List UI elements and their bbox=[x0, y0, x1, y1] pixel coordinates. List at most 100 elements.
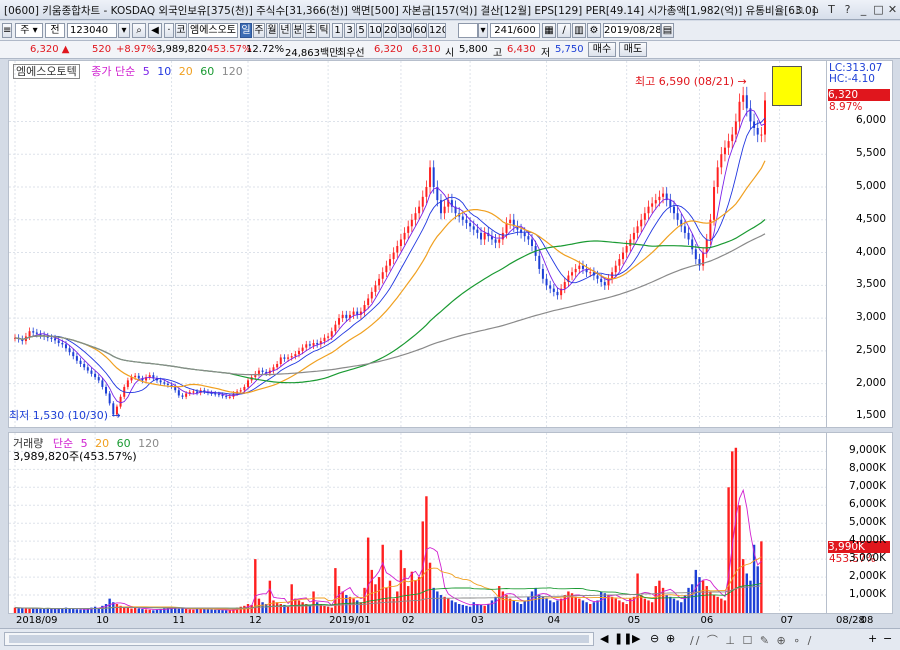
candle-body bbox=[327, 336, 330, 338]
maximize-icon[interactable]: □ bbox=[871, 2, 886, 17]
x-axis-label: 07 bbox=[780, 615, 794, 626]
candle-body bbox=[297, 350, 300, 355]
date-field[interactable]: 2019/08/28 bbox=[603, 23, 661, 38]
period-tab-2[interactable]: 월 bbox=[266, 23, 278, 38]
print-icon[interactable]: T bbox=[824, 2, 839, 17]
price-y-tick: 5,500 bbox=[855, 147, 886, 160]
price-chart-area[interactable]: 엠에스오토텍 종가 단순 5 10 20 60 120 최고 6,590 (08… bbox=[8, 60, 827, 428]
prev-icon[interactable]: · bbox=[164, 23, 174, 38]
minute-option-120[interactable]: 120 bbox=[428, 23, 446, 38]
calendar-icon[interactable]: ▤ bbox=[661, 23, 674, 38]
volume-axis[interactable]: 3,990K 453.57% 9,000K 8,000K 7,000K 6,000K 5… bbox=[827, 432, 893, 614]
settings-icon[interactable]: ⚙ bbox=[587, 23, 601, 38]
scroll-thumb[interactable] bbox=[9, 635, 589, 643]
stock-name-field: 엠에스오토 bbox=[188, 23, 238, 38]
drawing-tools-icon[interactable]: ∕∕ ⌒ ⊥ ☐ ✎ ⊕ ∘ ∕ bbox=[690, 632, 813, 648]
sound-icon[interactable]: ◀ bbox=[148, 23, 162, 38]
volume-y-tick: 3,000K bbox=[849, 552, 886, 565]
minute-option-10[interactable]: 10 bbox=[368, 23, 382, 38]
volume-bar bbox=[545, 598, 548, 613]
search-icon[interactable]: ⌕ bbox=[132, 23, 146, 38]
zoom-out-icon[interactable]: ⊖ bbox=[650, 632, 659, 645]
minute-option-5[interactable]: 5 bbox=[356, 23, 367, 38]
line-icon[interactable]: ∕ bbox=[557, 23, 571, 38]
chart-scrollbar[interactable] bbox=[4, 632, 594, 646]
minute-option-30[interactable]: 30 bbox=[398, 23, 412, 38]
minimize-icon[interactable]: _ bbox=[856, 2, 871, 17]
grid-icon[interactable]: ▥ bbox=[572, 23, 586, 38]
volume-bar bbox=[556, 600, 559, 613]
volume-y-tick: 9,000K bbox=[849, 444, 886, 457]
minute-option-60[interactable]: 60 bbox=[413, 23, 427, 38]
menu-icon[interactable]: ≡ bbox=[2, 23, 12, 38]
period-dropdown-icon[interactable]: ▾ bbox=[478, 23, 488, 38]
candle-body bbox=[217, 394, 220, 396]
candle-body bbox=[301, 347, 304, 351]
code-input[interactable]: 123040 bbox=[67, 23, 117, 38]
price-legend: 엠에스오토텍 종가 단순 5 10 20 60 120 bbox=[13, 63, 243, 79]
minute-option-3[interactable]: 3 bbox=[344, 23, 355, 38]
max-marker: 최고 6,590 (08/21) → bbox=[635, 75, 747, 88]
candle-body bbox=[552, 288, 555, 292]
close-icon[interactable]: ✕ bbox=[885, 2, 900, 17]
candle-body bbox=[651, 203, 654, 207]
minute-option-1[interactable]: 1 bbox=[332, 23, 343, 38]
candle-body bbox=[341, 314, 344, 319]
volume-bar bbox=[508, 598, 512, 613]
candle-body bbox=[421, 196, 424, 207]
volume-bar bbox=[516, 602, 519, 613]
stock-type-icon[interactable]: 코 bbox=[175, 23, 187, 38]
all-select[interactable]: 전 bbox=[45, 23, 65, 38]
zoom-in-icon[interactable]: ⊕ bbox=[666, 632, 675, 645]
volume-chart-area[interactable]: 거래량 단순 5 20 60 120 3,989,820주(453.57%) bbox=[8, 432, 827, 614]
volume-bar bbox=[567, 591, 570, 613]
volume-bar bbox=[479, 604, 483, 613]
type-select[interactable]: 주 ▾ bbox=[15, 23, 43, 38]
volume-bar bbox=[439, 595, 443, 613]
help-icon[interactable]: ? bbox=[840, 2, 855, 17]
volume-bar bbox=[512, 600, 515, 613]
period-tab-6[interactable]: 틱 bbox=[318, 23, 330, 38]
custom-period-input[interactable] bbox=[458, 23, 478, 38]
scroll-pause-icon[interactable]: ❚❚ bbox=[614, 632, 632, 645]
volume-bar bbox=[181, 608, 184, 613]
sell-button[interactable]: 매도 bbox=[619, 42, 647, 57]
period-tab-3[interactable]: 년 bbox=[279, 23, 291, 38]
code-dropdown-icon[interactable]: ▾ bbox=[118, 23, 130, 38]
best-bid: 6,310 bbox=[412, 44, 441, 55]
high-price: 6,430 bbox=[507, 44, 536, 55]
volume-bar bbox=[359, 602, 363, 613]
yellow-marker-box[interactable] bbox=[772, 66, 802, 106]
candle-body bbox=[261, 370, 264, 372]
quote-row: 6,320 ▲ 520 +8.97% 3,989,820 453.57% 12.… bbox=[0, 41, 900, 59]
period-tab-5[interactable]: 초 bbox=[305, 23, 317, 38]
period-tab-4[interactable]: 분 bbox=[292, 23, 304, 38]
volume-bar bbox=[21, 608, 24, 613]
toolbar: ≡ 주 ▾ 전 123040 ▾ ⌕ ◀ · 코 엠에스오토 일주월년분초틱 1… bbox=[0, 21, 900, 41]
volume-bar bbox=[581, 600, 585, 613]
volume-bar bbox=[552, 602, 556, 613]
window-icon-1[interactable]: ▫ bbox=[792, 2, 807, 17]
zoom-minus-icon[interactable]: − bbox=[883, 632, 892, 645]
volume-bar bbox=[243, 605, 246, 613]
candle-body bbox=[498, 239, 501, 243]
minute-option-20[interactable]: 20 bbox=[383, 23, 397, 38]
zoom-plus-icon[interactable]: + bbox=[868, 632, 877, 645]
volume-value: 3,989,820 bbox=[156, 44, 207, 55]
range-field[interactable]: 241/600 bbox=[490, 23, 540, 38]
scroll-right-icon[interactable]: ▶ bbox=[632, 632, 640, 645]
volume-bar bbox=[563, 595, 566, 613]
volume-bar bbox=[447, 598, 450, 613]
link-icon[interactable]: ⌂ bbox=[808, 2, 823, 17]
ma-period-20: 20 bbox=[175, 65, 193, 78]
volume-y-tick: 8,000K bbox=[849, 462, 886, 475]
candle-body bbox=[538, 255, 541, 269]
chart-icon[interactable]: ▦ bbox=[542, 23, 556, 38]
scroll-left-icon[interactable]: ◀ bbox=[600, 632, 608, 645]
volume-bar bbox=[625, 604, 628, 613]
period-tab-1[interactable]: 주 bbox=[253, 23, 265, 38]
buy-button[interactable]: 매수 bbox=[588, 42, 616, 57]
period-tab-0[interactable]: 일 bbox=[240, 23, 252, 38]
candle-body bbox=[101, 380, 104, 387]
price-axis[interactable]: LC:313.07 HC:-4.10 6,320 8.97% 6,000 5,50… bbox=[827, 60, 893, 428]
